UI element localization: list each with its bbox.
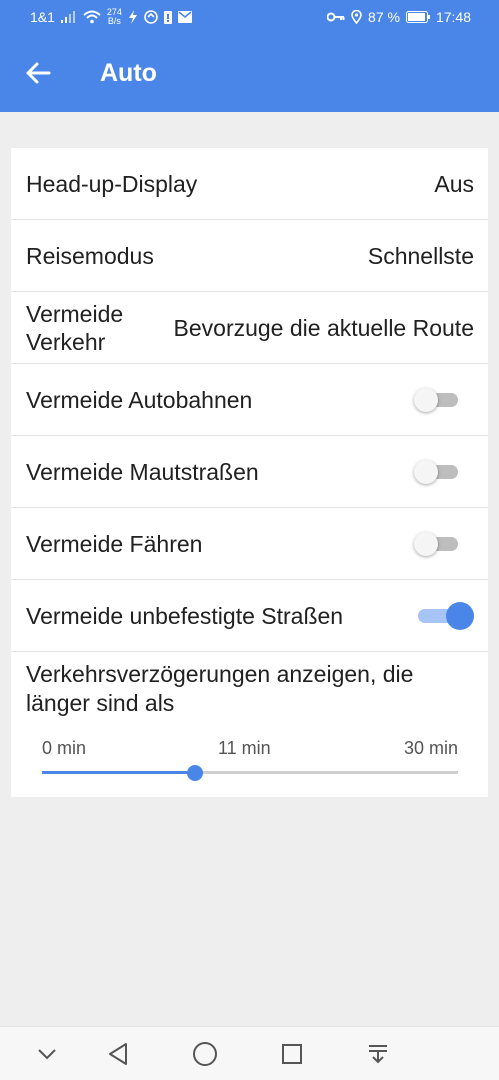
key-icon (327, 12, 345, 22)
square-recents-icon (282, 1044, 302, 1064)
nav-notifications-button[interactable] (361, 1037, 395, 1071)
sync-icon (144, 10, 158, 24)
app-bar: Auto (0, 34, 499, 112)
clock: 17:48 (435, 9, 471, 25)
setting-value: Aus (434, 170, 474, 197)
setting-label: Vermeide Autobahnen (26, 387, 253, 413)
triangle-back-icon (109, 1043, 127, 1065)
data-rate-unit: B/s (107, 16, 121, 26)
traffic-delay-label: Verkehrsverzögerungen anzeigen, die läng… (26, 661, 414, 716)
slider-min-label: 0 min (42, 738, 87, 758)
chevron-down-icon (38, 1049, 56, 1060)
setting-label: Vermeide Mautstraßen (26, 459, 259, 485)
status-bar: 1&1 274 B/s 87 % 17:48 (0, 0, 499, 34)
setting-label: Vermeide Verkehr (26, 301, 124, 355)
system-nav-bar (0, 1026, 499, 1080)
battery-alert-icon (163, 10, 172, 24)
nav-collapse-button[interactable] (30, 1037, 64, 1071)
setting-avoid-highways[interactable]: Vermeide Autobahnen (11, 364, 488, 436)
setting-travel-mode[interactable]: Reisemodus Schnellste (11, 220, 488, 292)
signal-icon (60, 11, 77, 23)
mail-icon (177, 11, 192, 23)
setting-avoid-traffic[interactable]: Vermeide Verkehr Bevorzuge die aktuelle … (11, 292, 488, 364)
toggle-switch[interactable] (414, 602, 474, 630)
battery-percent: 87 % (368, 9, 400, 25)
toggle-switch[interactable] (414, 388, 458, 412)
slider-max-label: 30 min (403, 738, 458, 758)
setting-value: Schnellste (367, 242, 474, 269)
circle-home-icon (193, 1042, 217, 1066)
flash-icon (128, 10, 138, 24)
page-title: Auto (100, 59, 157, 87)
slider-thumb[interactable] (186, 765, 203, 781)
slider-current-label: 11 min (218, 738, 271, 758)
back-button[interactable] (18, 53, 58, 93)
slider-fill (42, 771, 195, 774)
pull-down-icon (369, 1045, 387, 1064)
nav-home-button[interactable] (188, 1037, 222, 1071)
setting-label: Head-up-Display (26, 171, 198, 197)
carrier-label: 1&1 (30, 9, 55, 25)
toggle-switch[interactable] (414, 460, 458, 484)
setting-avoid-ferries[interactable]: Vermeide Fähren (11, 508, 488, 580)
setting-head-up-display[interactable]: Head-up-Display Aus (11, 148, 488, 220)
wifi-icon (83, 10, 101, 24)
setting-label: Vermeide Fähren (26, 531, 203, 557)
nav-recents-button[interactable] (275, 1037, 309, 1071)
toggle-switch[interactable] (414, 532, 458, 556)
data-rate: 274 B/s (107, 8, 122, 26)
setting-label: Reisemodus (26, 243, 154, 269)
setting-avoid-unpaved-roads[interactable]: Vermeide unbefestigte Straßen (11, 580, 488, 652)
setting-label: Vermeide unbefestigte Straßen (26, 603, 344, 629)
traffic-delay-slider[interactable] (42, 765, 458, 781)
nav-back-button[interactable] (101, 1037, 135, 1071)
setting-avoid-tolls[interactable]: Vermeide Mautstraßen (11, 436, 488, 508)
settings-card: Head-up-Display Aus Reisemodus Schnellst… (11, 148, 488, 797)
arrow-back-icon (26, 62, 51, 84)
location-icon (351, 10, 362, 24)
battery-icon (405, 11, 430, 23)
setting-value: Bevorzuge die aktuelle Route (173, 314, 474, 341)
